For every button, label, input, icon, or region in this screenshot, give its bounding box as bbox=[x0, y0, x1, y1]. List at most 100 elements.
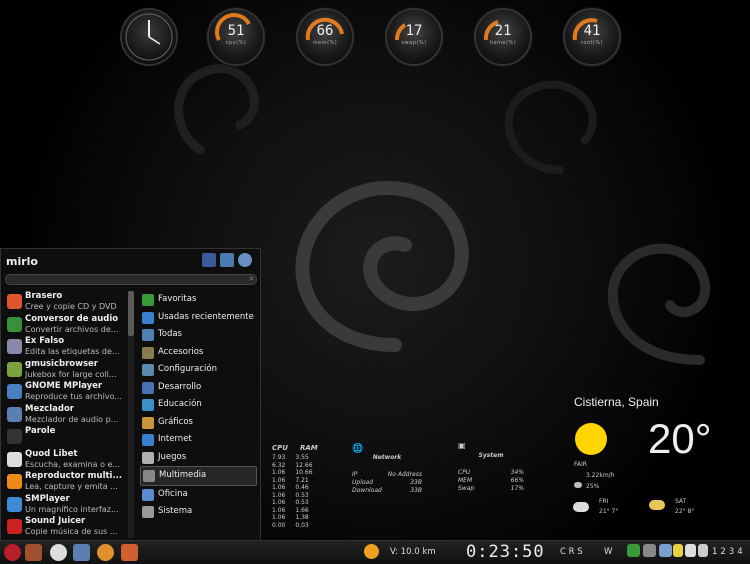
workspace-4[interactable]: 4 bbox=[737, 547, 742, 557]
digital-clock[interactable]: 0:23:50 bbox=[466, 542, 545, 562]
app-item[interactable]: Parole bbox=[4, 426, 126, 449]
globe-icon: 🌐 bbox=[352, 444, 364, 454]
category-item[interactable]: Gráficos bbox=[140, 414, 257, 432]
category-item[interactable]: Configuración bbox=[140, 361, 257, 379]
category-label: Juegos bbox=[158, 451, 187, 462]
category-label: Educación bbox=[158, 399, 202, 409]
gauge-label: swap(%) bbox=[401, 40, 427, 46]
app-name: Parole bbox=[25, 426, 56, 436]
clipboard-icon[interactable] bbox=[685, 544, 696, 557]
app-icon bbox=[7, 361, 22, 377]
app-name: Quod Libet bbox=[25, 448, 78, 459]
category-label: Oficina bbox=[158, 488, 188, 499]
process-row: 1.06 7.21 bbox=[272, 477, 322, 485]
app-name: Brasero bbox=[25, 291, 63, 301]
tray-indicators[interactable]: C R S bbox=[560, 547, 583, 557]
process-row: 1.06 0.53 bbox=[272, 499, 322, 507]
app-description: Edita las etiquetas de... bbox=[25, 347, 120, 356]
mem-value: 66% bbox=[510, 477, 524, 484]
workspace-3[interactable]: 3 bbox=[729, 547, 734, 557]
show-desktop-button[interactable] bbox=[73, 544, 90, 561]
conky-processes: CPU RAM 7.93 3.55 6.32 12.66 1.06 10.66 1.06 7.… bbox=[272, 444, 322, 529]
app-name: GNOME MPlayer bbox=[25, 381, 103, 391]
app-item[interactable]: gmusicbrowser Jukebox for large coll... bbox=[4, 359, 126, 382]
ram-cell: 12.66 bbox=[295, 461, 313, 469]
pen-icon[interactable] bbox=[659, 544, 672, 557]
logout-icon[interactable] bbox=[238, 253, 252, 267]
category-item[interactable]: Usadas recientemente bbox=[140, 309, 257, 327]
app-item[interactable]: Ex Falso Edita las etiquetas de... bbox=[4, 336, 126, 359]
home-folder-launcher[interactable] bbox=[121, 544, 138, 561]
category-icon bbox=[143, 470, 155, 482]
app-icon bbox=[7, 294, 22, 309]
browser-launcher[interactable] bbox=[97, 544, 114, 561]
app-name: Conversor de audio bbox=[25, 313, 119, 324]
terminal-launcher[interactable] bbox=[50, 544, 67, 561]
weather-tray-icon[interactable] bbox=[364, 544, 379, 559]
notes-icon[interactable] bbox=[673, 544, 683, 557]
conky-system: ▣ System CPU 34% MEM 66% Swap 17% bbox=[458, 441, 524, 493]
app-item[interactable]: Quod Libet Escucha, examina o e... bbox=[4, 449, 126, 472]
workspace-2[interactable]: 2 bbox=[720, 547, 725, 557]
app-list-scrollbar[interactable] bbox=[128, 291, 134, 538]
ram-cell: 7.21 bbox=[295, 476, 309, 484]
app-item[interactable]: Reproductor multi... Lea, capture y emita… bbox=[4, 471, 126, 494]
settings-icon[interactable] bbox=[202, 253, 216, 267]
category-item[interactable]: Accesorios bbox=[140, 344, 257, 362]
category-item[interactable]: Favoritas bbox=[140, 291, 257, 309]
category-icon bbox=[142, 364, 154, 376]
app-item[interactable]: Conversor de audio Convertir archivos de.… bbox=[4, 314, 126, 337]
printer-icon[interactable] bbox=[643, 544, 656, 557]
ram-cell: 0.46 bbox=[295, 484, 309, 491]
category-item[interactable]: Desarrollo bbox=[140, 379, 257, 397]
category-item[interactable]: Juegos bbox=[140, 449, 257, 467]
search-input[interactable]: ⌕ bbox=[5, 274, 257, 285]
volume-icon[interactable] bbox=[698, 544, 708, 557]
category-item[interactable]: Internet bbox=[140, 431, 257, 449]
debian-menu-button[interactable] bbox=[4, 544, 21, 561]
tray-w-indicator[interactable]: W bbox=[604, 547, 612, 557]
weather-wind: 3.22km/h bbox=[586, 472, 615, 479]
gauge-label: mem(%) bbox=[312, 40, 338, 46]
workspace-1[interactable]: 1 bbox=[712, 547, 717, 557]
category-label: Todas bbox=[158, 329, 182, 339]
app-item[interactable]: Sound Juicer Copie música de sus ... bbox=[4, 516, 126, 539]
weather-widget: Cistierna, Spain 20° FAIR 3.22km/h 25% F… bbox=[566, 390, 746, 530]
lock-screen-icon[interactable] bbox=[220, 253, 234, 267]
swap-value: 17% bbox=[510, 485, 524, 492]
update-icon[interactable] bbox=[627, 544, 640, 557]
category-item[interactable]: Multimedia bbox=[140, 466, 257, 486]
application-list: Brasero Cree y copie CD y DVD Conversor de… bbox=[4, 291, 126, 539]
cpu-cell: 1.06 bbox=[272, 469, 286, 476]
analog-clock bbox=[122, 10, 176, 64]
category-item[interactable]: Oficina bbox=[140, 486, 257, 504]
process-row: 7.93 3.55 bbox=[272, 454, 322, 462]
cpu-value: 34% bbox=[510, 469, 524, 476]
swap-gauge: 17 swap(%) bbox=[387, 10, 441, 64]
app-description: Escucha, examina o e... bbox=[25, 459, 121, 469]
scrollbar-thumb[interactable] bbox=[128, 291, 134, 336]
app-icon bbox=[7, 474, 22, 489]
app-icon bbox=[7, 339, 22, 354]
cpu-gauge: 51 cpu(%) bbox=[209, 10, 263, 64]
app-item[interactable]: Brasero Cree y copie CD y DVD bbox=[4, 291, 126, 314]
category-label: Multimedia bbox=[159, 470, 207, 480]
app-item[interactable]: Mezclador Mezclador de audio p... bbox=[4, 404, 126, 427]
app-item[interactable]: GNOME MPlayer Reproduce tus archivo... bbox=[4, 381, 126, 404]
gauge-label: root(%) bbox=[580, 40, 604, 46]
network-title: Network bbox=[372, 454, 402, 461]
category-item[interactable]: Educación bbox=[140, 396, 257, 414]
process-row: 1.06 1.66 bbox=[272, 507, 322, 515]
ram-cell: 0.53 bbox=[295, 491, 309, 499]
ram-cell: 1.38 bbox=[295, 514, 309, 521]
home-gauge: 21 home(%) bbox=[476, 10, 530, 64]
download-label: Download bbox=[352, 487, 382, 494]
app-icon bbox=[7, 384, 22, 399]
cpu-cell: 0.00 bbox=[272, 521, 286, 529]
app-description: Lea, capture y emita ... bbox=[25, 482, 118, 491]
app-item[interactable]: SMPlayer Un magnífico interfaz... bbox=[4, 494, 126, 517]
category-item[interactable]: Sistema bbox=[140, 503, 257, 521]
category-item[interactable]: Todas bbox=[140, 326, 257, 344]
cpu-cell: 1.06 bbox=[272, 499, 286, 506]
file-manager-launcher[interactable] bbox=[25, 544, 42, 561]
